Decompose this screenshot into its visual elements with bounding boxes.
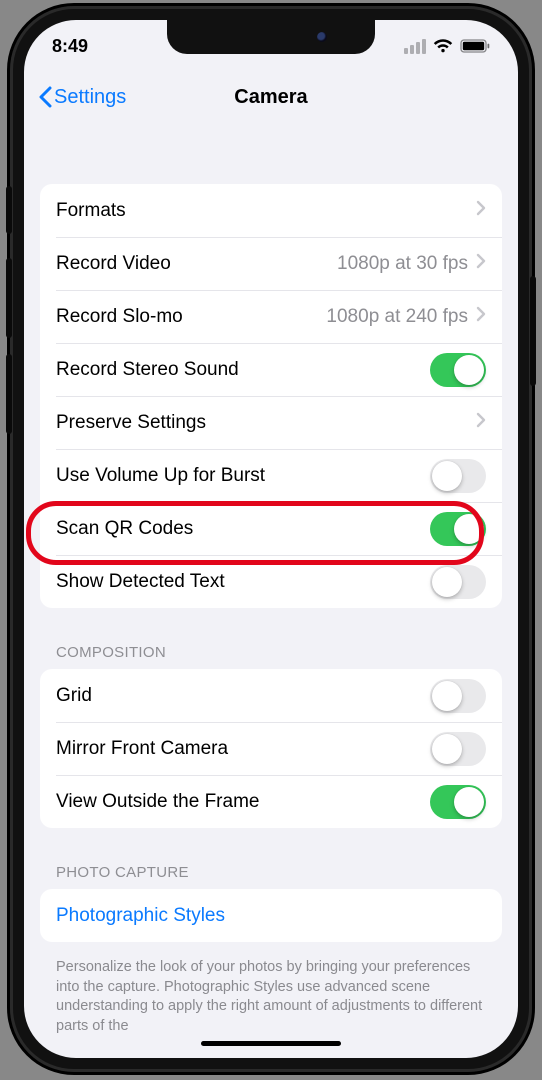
home-indicator[interactable] bbox=[201, 1041, 341, 1046]
toggle-mirror-front[interactable] bbox=[430, 732, 486, 766]
row-label: Grid bbox=[56, 685, 430, 707]
toggle-grid[interactable] bbox=[430, 679, 486, 713]
chevron-right-icon bbox=[476, 306, 486, 328]
row-label: Formats bbox=[56, 200, 476, 222]
back-button[interactable]: Settings bbox=[38, 68, 126, 126]
row-label: Show Detected Text bbox=[56, 571, 430, 593]
row-scan-qr: Scan QR Codes bbox=[40, 502, 502, 555]
volume-up-hw bbox=[6, 258, 12, 338]
row-record-slomo[interactable]: Record Slo-mo 1080p at 240 fps bbox=[40, 290, 502, 343]
battery-icon bbox=[460, 39, 490, 53]
ring-switch bbox=[6, 186, 12, 234]
row-record-stereo: Record Stereo Sound bbox=[40, 343, 502, 396]
chevron-left-icon bbox=[38, 86, 52, 108]
screen: 8:49 Settings Camera Formats bbox=[24, 20, 518, 1058]
row-mirror-front: Mirror Front Camera bbox=[40, 722, 502, 775]
row-label: Preserve Settings bbox=[56, 412, 476, 434]
status-right bbox=[404, 39, 490, 54]
row-grid: Grid bbox=[40, 669, 502, 722]
row-volume-up-burst: Use Volume Up for Burst bbox=[40, 449, 502, 502]
row-value: 1080p at 30 fps bbox=[337, 253, 468, 275]
row-preserve-settings[interactable]: Preserve Settings bbox=[40, 396, 502, 449]
nav-bar: Settings Camera bbox=[24, 68, 518, 126]
phone-frame: 8:49 Settings Camera Formats bbox=[10, 6, 532, 1072]
settings-group-photo-capture: Photographic Styles bbox=[40, 889, 502, 942]
chevron-right-icon bbox=[476, 200, 486, 222]
settings-group-main: Formats Record Video 1080p at 30 fps Rec… bbox=[40, 184, 502, 608]
row-formats[interactable]: Formats bbox=[40, 184, 502, 237]
row-view-outside-frame: View Outside the Frame bbox=[40, 775, 502, 828]
volume-down-hw bbox=[6, 354, 12, 434]
row-label: Photographic Styles bbox=[56, 905, 486, 927]
row-label: Mirror Front Camera bbox=[56, 738, 430, 760]
row-value: 1080p at 240 fps bbox=[326, 306, 468, 328]
row-label: Record Video bbox=[56, 253, 337, 275]
toggle-record-stereo[interactable] bbox=[430, 353, 486, 387]
cellular-icon bbox=[404, 39, 426, 54]
settings-group-composition: Grid Mirror Front Camera View Outside th… bbox=[40, 669, 502, 828]
row-label: Use Volume Up for Burst bbox=[56, 465, 430, 487]
toggle-volume-up-burst[interactable] bbox=[430, 459, 486, 493]
power-button-hw bbox=[530, 276, 536, 386]
row-label: Record Stereo Sound bbox=[56, 359, 430, 381]
row-record-video[interactable]: Record Video 1080p at 30 fps bbox=[40, 237, 502, 290]
toggle-view-outside-frame[interactable] bbox=[430, 785, 486, 819]
toggle-show-detected-text[interactable] bbox=[430, 565, 486, 599]
section-header-photo-capture: PHOTO CAPTURE bbox=[40, 836, 502, 889]
row-label: Record Slo-mo bbox=[56, 306, 326, 328]
page-title: Camera bbox=[234, 86, 307, 109]
row-photographic-styles[interactable]: Photographic Styles bbox=[40, 889, 502, 942]
row-show-detected-text: Show Detected Text bbox=[40, 555, 502, 608]
back-label: Settings bbox=[54, 86, 126, 109]
notch bbox=[167, 20, 375, 54]
row-label: Scan QR Codes bbox=[56, 518, 430, 540]
chevron-right-icon bbox=[476, 253, 486, 275]
wifi-icon bbox=[433, 39, 453, 54]
status-time: 8:49 bbox=[52, 36, 88, 57]
row-label: View Outside the Frame bbox=[56, 791, 430, 813]
footer-description: Personalize the look of your photos by b… bbox=[40, 950, 502, 1036]
toggle-scan-qr[interactable] bbox=[430, 512, 486, 546]
section-header-composition: COMPOSITION bbox=[40, 616, 502, 669]
content-scroll[interactable]: Formats Record Video 1080p at 30 fps Rec… bbox=[24, 126, 518, 1058]
chevron-right-icon bbox=[476, 412, 486, 434]
